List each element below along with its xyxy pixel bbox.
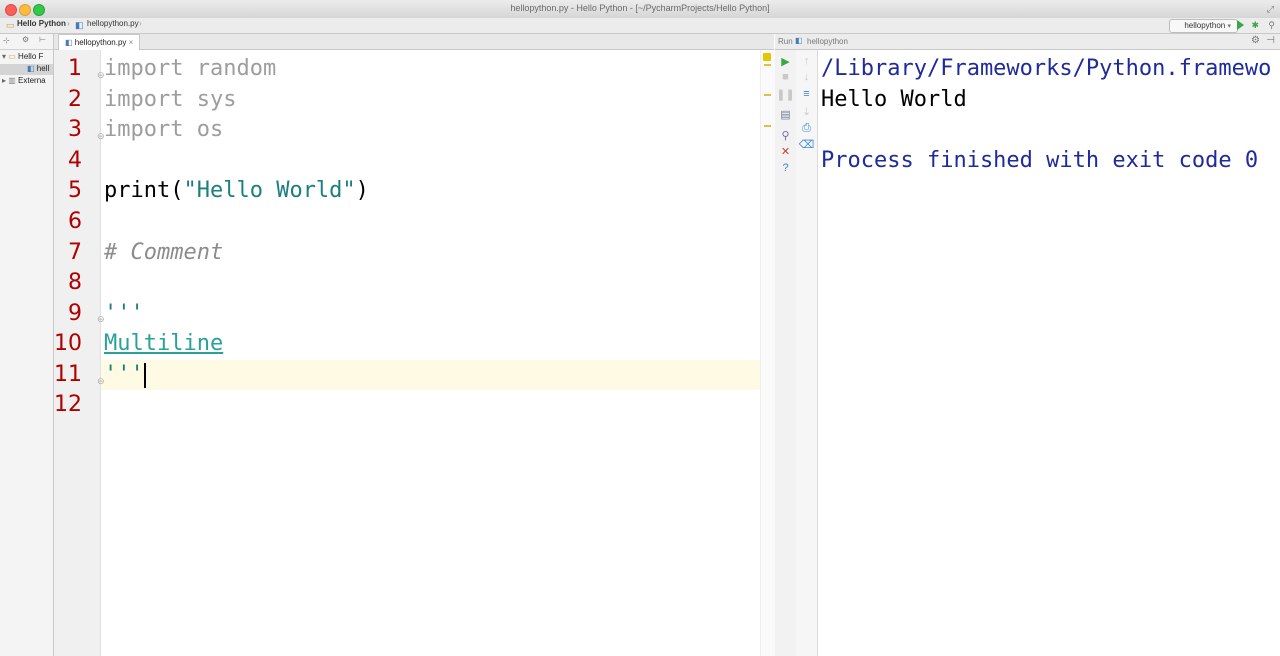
hide-panel-icon[interactable]: ⊣ [1266,35,1275,46]
console-exit-status: Process finished with exit code 0 [821,148,1259,173]
clear-all-icon[interactable]: ⌫ [796,138,817,151]
code-line: print("Hello World") [104,178,369,203]
search-icon[interactable]: ⚲ [1268,20,1275,30]
close-icon[interactable]: ✕ [775,145,796,158]
line-number: 10 [54,331,82,356]
code-line: ''' [104,301,144,326]
code-line: import random [104,56,277,81]
inspection-status-icon[interactable] [763,53,771,61]
python-file-icon: ◧ [27,64,35,73]
library-icon: ▥ [8,76,16,85]
line-number: 12 [54,392,82,417]
folder-icon: ▭ [8,52,16,61]
scroll-to-end-icon[interactable]: ⤓ [796,106,817,119]
breadcrumb-file[interactable]: hellopython.py [87,19,139,28]
tree-item-file[interactable]: ◧ hell [0,64,53,75]
line-number: 7 [68,240,82,265]
line-number: 3 [68,117,82,142]
python-file-icon: ◧ [75,20,84,30]
pin-icon[interactable]: ⚲ [775,129,796,142]
console-interpreter-path: /Library/Frameworks/Python.framewo [821,56,1272,81]
editor-error-stripe[interactable] [760,50,775,656]
tree-item-label: Externa [18,76,46,85]
help-icon[interactable]: ? [775,162,796,174]
code-token: print( [104,178,184,203]
run-config-label: hellopython [1184,21,1226,30]
python-file-icon: ◧ [795,36,803,45]
line-number: 11 [54,362,82,387]
scroll-up-icon[interactable]: ↑ [796,55,817,67]
python-file-icon: ◧ [65,38,73,47]
code-line: ''' [104,362,144,387]
run-console[interactable] [818,50,1280,656]
line-number: 1 [68,56,82,81]
code-line: # Comment [104,240,224,265]
tree-item-label: hell [36,64,50,73]
title-bar: hellopython.py - Hello Python - [~/Pycha… [0,0,1280,19]
gear-icon[interactable]: ⚙ [1251,35,1260,46]
warning-mark[interactable] [764,64,771,66]
tab-label: hellopython.py [74,38,127,47]
line-number: 4 [68,148,82,173]
folder-icon: ▭ [6,20,15,30]
code-line: import os [104,117,224,142]
run-panel-title: Run [778,37,793,46]
breadcrumb-separator-icon: › [139,19,142,28]
warning-mark[interactable] [764,94,771,96]
console-stdout: Hello World [821,87,967,112]
print-icon[interactable]: ⎙ [796,122,817,135]
code-line: Multiline [104,331,224,356]
pause-icon[interactable]: ❚❚ [775,88,796,101]
tab-hellopython[interactable]: ◧ hellopython.py × [58,34,141,50]
rerun-icon[interactable]: ▶ [775,55,796,68]
warning-mark[interactable] [764,125,771,127]
line-number: 2 [68,87,82,112]
run-toolbar-primary: ▶ ■ ❚❚ ▤ ⚲ ✕ ? [775,50,797,656]
project-panel: ⊹ ⚙ ⊢ ▾ ▭ Hello F ◧ hell ▸ ▥ Externa [0,34,54,656]
tree-item-project[interactable]: ▾ ▭ Hello F [2,52,43,61]
debug-icon[interactable]: ✱ [1251,20,1259,30]
line-number: 8 [68,270,82,295]
close-tab-icon[interactable]: × [129,38,134,47]
stop-icon[interactable]: ■ [775,71,796,83]
line-number: 5 [68,178,82,203]
run-config-tab[interactable]: hellopython [807,37,848,46]
fullscreen-icon[interactable]: ⤢ [1267,4,1274,15]
tree-item-external-libraries[interactable]: ▸ ▥ Externa [2,76,46,85]
navigation-bar: ▭ Hello Python › ◧ hellopython.py › hell… [0,18,1280,34]
code-line: import sys [104,87,237,112]
hide-panel-icon[interactable]: ⊢ [39,35,46,44]
code-token: "Hello World" [183,178,356,203]
run-panel-header: Run ◧ hellopython ⚙ ⊣ [775,34,1280,50]
gear-icon[interactable]: ⚙ [22,35,29,44]
editor-tab-bar: ◧ hellopython.py × [54,34,774,50]
run-config-dropdown[interactable]: hellopython ▾ [1169,19,1238,33]
breadcrumb-project[interactable]: Hello Python [17,19,66,28]
run-button-icon[interactable] [1237,20,1244,30]
project-toolbar: ⊹ ⚙ ⊢ [0,34,53,50]
line-number: 6 [68,209,82,234]
tree-item-label: Hello F [18,52,44,61]
scroll-down-icon[interactable]: ↓ [796,71,817,83]
line-number: 9 [68,301,82,326]
layout-icon[interactable]: ▤ [775,108,796,121]
current-line-highlight [101,360,760,390]
chevron-down-icon: ▾ [1227,23,1231,30]
code-token: ) [355,178,369,203]
text-caret [144,363,146,388]
run-toolbar-secondary: ↑ ↓ ≡ ⤓ ⎙ ⌫ [796,50,818,656]
soft-wrap-icon[interactable]: ≡ [796,88,817,100]
collapse-icon[interactable]: ⊹ [3,36,10,45]
breadcrumb-separator-icon: › [67,19,70,28]
window-title: hellopython.py - Hello Python - [~/Pycha… [510,3,770,13]
